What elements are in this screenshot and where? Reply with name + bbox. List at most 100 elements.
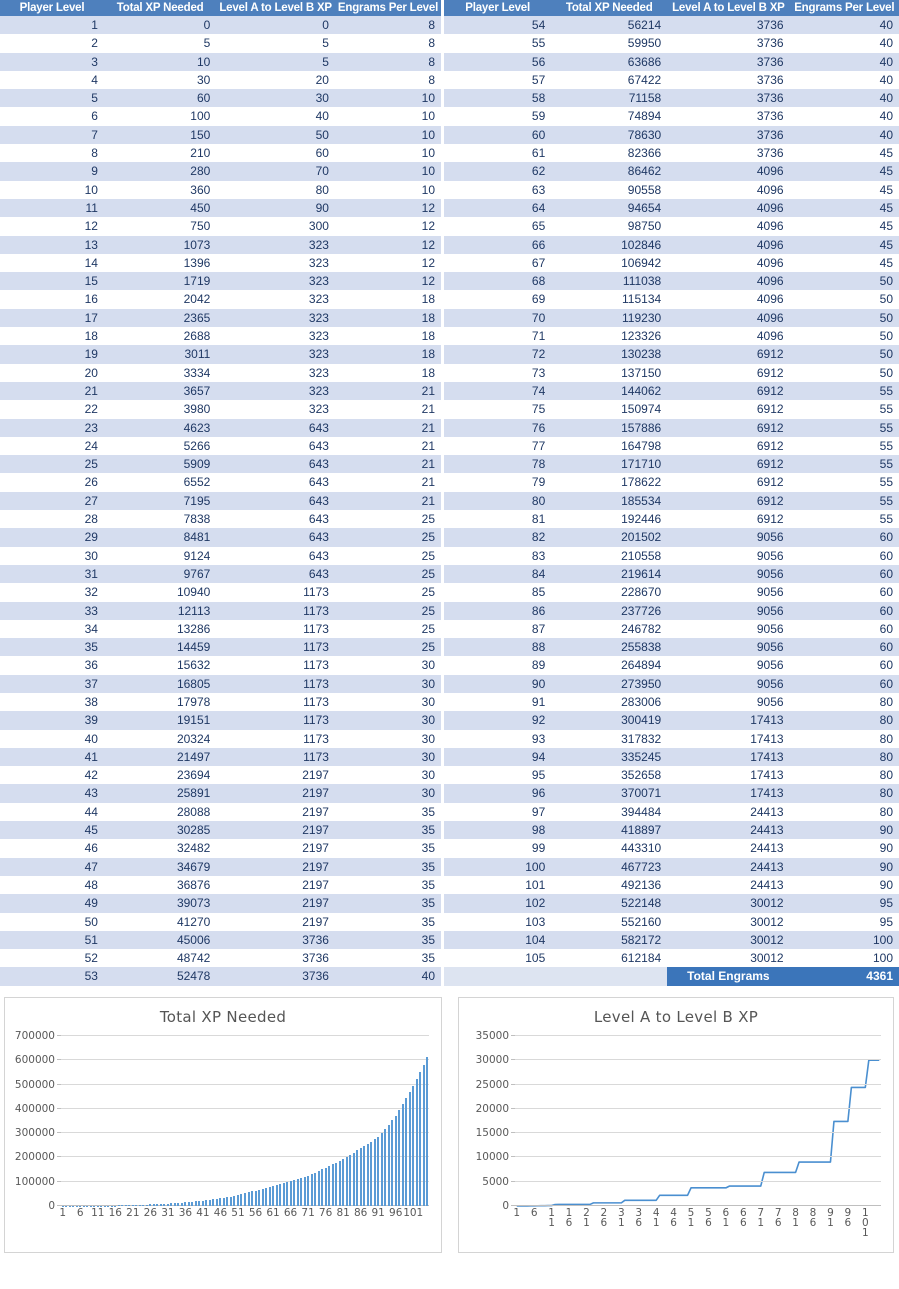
cell-player-level[interactable]: 65 (444, 217, 552, 236)
cell-engrams[interactable]: 12 (334, 272, 441, 291)
cell-engrams[interactable]: 18 (334, 290, 441, 309)
table-row[interactable]: 52 48742 3736 35 (0, 949, 441, 968)
cell-player-level[interactable]: 18 (0, 327, 104, 346)
cell-level-a-to-b[interactable]: 4096 (667, 235, 790, 254)
cell-player-level[interactable]: 103 (444, 912, 552, 931)
cell-player-level[interactable]: 99 (444, 839, 552, 858)
cell-total-xp[interactable]: 150 (103, 125, 217, 145)
cell-engrams[interactable]: 45 (789, 180, 899, 199)
cell-total-xp[interactable]: 17978 (103, 692, 217, 712)
cell-player-level[interactable]: 68 (444, 272, 552, 291)
cell-total-xp[interactable]: 34679 (103, 857, 217, 876)
cell-total-xp[interactable]: 2365 (103, 308, 217, 328)
table-row[interactable]: 5 60 30 10 (0, 89, 441, 108)
cell-level-a-to-b[interactable]: 17413 (667, 784, 790, 803)
cell-total-xp[interactable]: 219614 (551, 564, 668, 584)
cell-total-xp[interactable]: 30 (103, 70, 217, 90)
cell-engrams[interactable]: 100 (789, 949, 899, 968)
cell-engrams[interactable]: 21 (334, 491, 441, 511)
cell-total-xp[interactable]: 15632 (103, 656, 217, 675)
cell-total-xp[interactable]: 36876 (103, 875, 217, 895)
cell-player-level[interactable]: 90 (444, 674, 552, 693)
cell-player-level[interactable]: 57 (444, 70, 552, 90)
cell-engrams[interactable]: 80 (789, 729, 899, 748)
cell-engrams[interactable]: 35 (334, 857, 441, 876)
cell-level-a-to-b[interactable]: 6912 (667, 473, 790, 492)
cell-engrams[interactable]: 80 (789, 802, 899, 822)
cell-total-xp[interactable]: 450 (103, 198, 217, 218)
cell-engrams[interactable]: 60 (789, 546, 899, 565)
table-row[interactable]: 103 552160 30012 95 (444, 912, 899, 931)
cell-engrams[interactable]: 45 (789, 235, 899, 254)
cell-engrams[interactable]: 40 (789, 125, 899, 145)
table-row[interactable]: 99 443310 24413 90 (444, 839, 899, 858)
cell-engrams[interactable]: 45 (789, 162, 899, 181)
cell-level-a-to-b[interactable]: 1173 (216, 656, 335, 675)
cell-total-xp[interactable]: 264894 (551, 656, 668, 675)
cell-engrams[interactable]: 40 (789, 52, 899, 71)
cell-engrams[interactable]: 30 (334, 784, 441, 803)
cell-level-a-to-b[interactable]: 323 (216, 253, 335, 273)
cell-total-xp[interactable]: 12113 (103, 601, 217, 620)
cell-total-xp[interactable]: 82366 (551, 144, 668, 163)
cell-engrams[interactable]: 25 (334, 583, 441, 602)
cell-player-level[interactable]: 1 (0, 16, 104, 35)
cell-level-a-to-b[interactable]: 4096 (667, 327, 790, 346)
cell-player-level[interactable]: 66 (444, 235, 552, 254)
chart-total-xp-needed[interactable]: Total XP Needed 0 100000 200000 300000 40000… (4, 997, 442, 1253)
cell-level-a-to-b[interactable]: 1173 (216, 583, 335, 602)
cell-level-a-to-b[interactable]: 6912 (667, 510, 790, 529)
cell-total-xp[interactable]: 370071 (551, 784, 668, 803)
cell-engrams[interactable]: 25 (334, 528, 441, 547)
cell-level-a-to-b[interactable]: 24413 (667, 875, 790, 895)
cell-player-level[interactable]: 89 (444, 656, 552, 675)
cell-engrams[interactable]: 45 (789, 217, 899, 236)
cell-total-xp[interactable]: 335245 (551, 747, 668, 767)
cell-level-a-to-b[interactable]: 6912 (667, 400, 790, 419)
cell-total-xp[interactable]: 7838 (103, 510, 217, 529)
cell-player-level[interactable]: 105 (444, 949, 552, 968)
table-row[interactable]: 80 185534 6912 55 (444, 491, 899, 511)
cell-player-level[interactable]: 79 (444, 473, 552, 492)
cell-total-xp[interactable]: 30285 (103, 821, 217, 840)
cell-total-xp[interactable]: 25891 (103, 784, 217, 803)
cell-engrams[interactable]: 100 (789, 930, 899, 950)
cell-level-a-to-b[interactable]: 40 (216, 107, 335, 126)
cell-engrams[interactable]: 40 (789, 34, 899, 53)
cell-engrams[interactable]: 8 (334, 16, 441, 35)
cell-level-a-to-b[interactable]: 17413 (667, 766, 790, 785)
cell-level-a-to-b[interactable]: 643 (216, 510, 335, 529)
table-row[interactable]: 9 280 70 10 (0, 162, 441, 181)
cell-total-xp[interactable]: 48742 (103, 949, 217, 968)
table-row[interactable]: 34 13286 1173 25 (0, 619, 441, 639)
table-row[interactable]: 92 300419 17413 80 (444, 711, 899, 730)
cell-engrams[interactable]: 18 (334, 345, 441, 364)
table-row[interactable]: 97 394484 24413 80 (444, 802, 899, 822)
cell-level-a-to-b[interactable]: 1173 (216, 747, 335, 767)
table-row[interactable]: 14 1396 323 12 (0, 253, 441, 273)
cell-player-level[interactable]: 58 (444, 89, 552, 108)
cell-engrams[interactable]: 21 (334, 418, 441, 437)
cell-total-xp[interactable]: 150974 (551, 400, 668, 419)
table-row[interactable]: 54 56214 3736 40 (444, 16, 899, 35)
cell-engrams[interactable]: 50 (789, 327, 899, 346)
table-row[interactable]: 6 100 40 10 (0, 107, 441, 126)
cell-player-level[interactable]: 84 (444, 564, 552, 584)
cell-engrams[interactable]: 55 (789, 473, 899, 492)
table-row[interactable]: 12 750 300 12 (0, 217, 441, 236)
cell-total-xp[interactable]: 32482 (103, 839, 217, 858)
table-row[interactable]: 24 5266 643 21 (0, 436, 441, 456)
cell-player-level[interactable]: 102 (444, 894, 552, 913)
cell-total-xp[interactable]: 100 (103, 107, 217, 126)
cell-level-a-to-b[interactable]: 6912 (667, 363, 790, 382)
cell-player-level[interactable]: 19 (0, 345, 104, 364)
cell-level-a-to-b[interactable]: 20 (216, 70, 335, 90)
table-row[interactable]: 98 418897 24413 90 (444, 821, 899, 840)
cell-level-a-to-b[interactable]: 6912 (667, 455, 790, 474)
cell-level-a-to-b[interactable]: 6912 (667, 436, 790, 456)
cell-total-xp[interactable]: 106942 (551, 253, 668, 273)
cell-level-a-to-b[interactable]: 2197 (216, 802, 335, 822)
cell-player-level[interactable]: 14 (0, 253, 104, 273)
cell-total-xp[interactable]: 394484 (551, 802, 668, 822)
cell-level-a-to-b[interactable]: 9056 (667, 638, 790, 657)
